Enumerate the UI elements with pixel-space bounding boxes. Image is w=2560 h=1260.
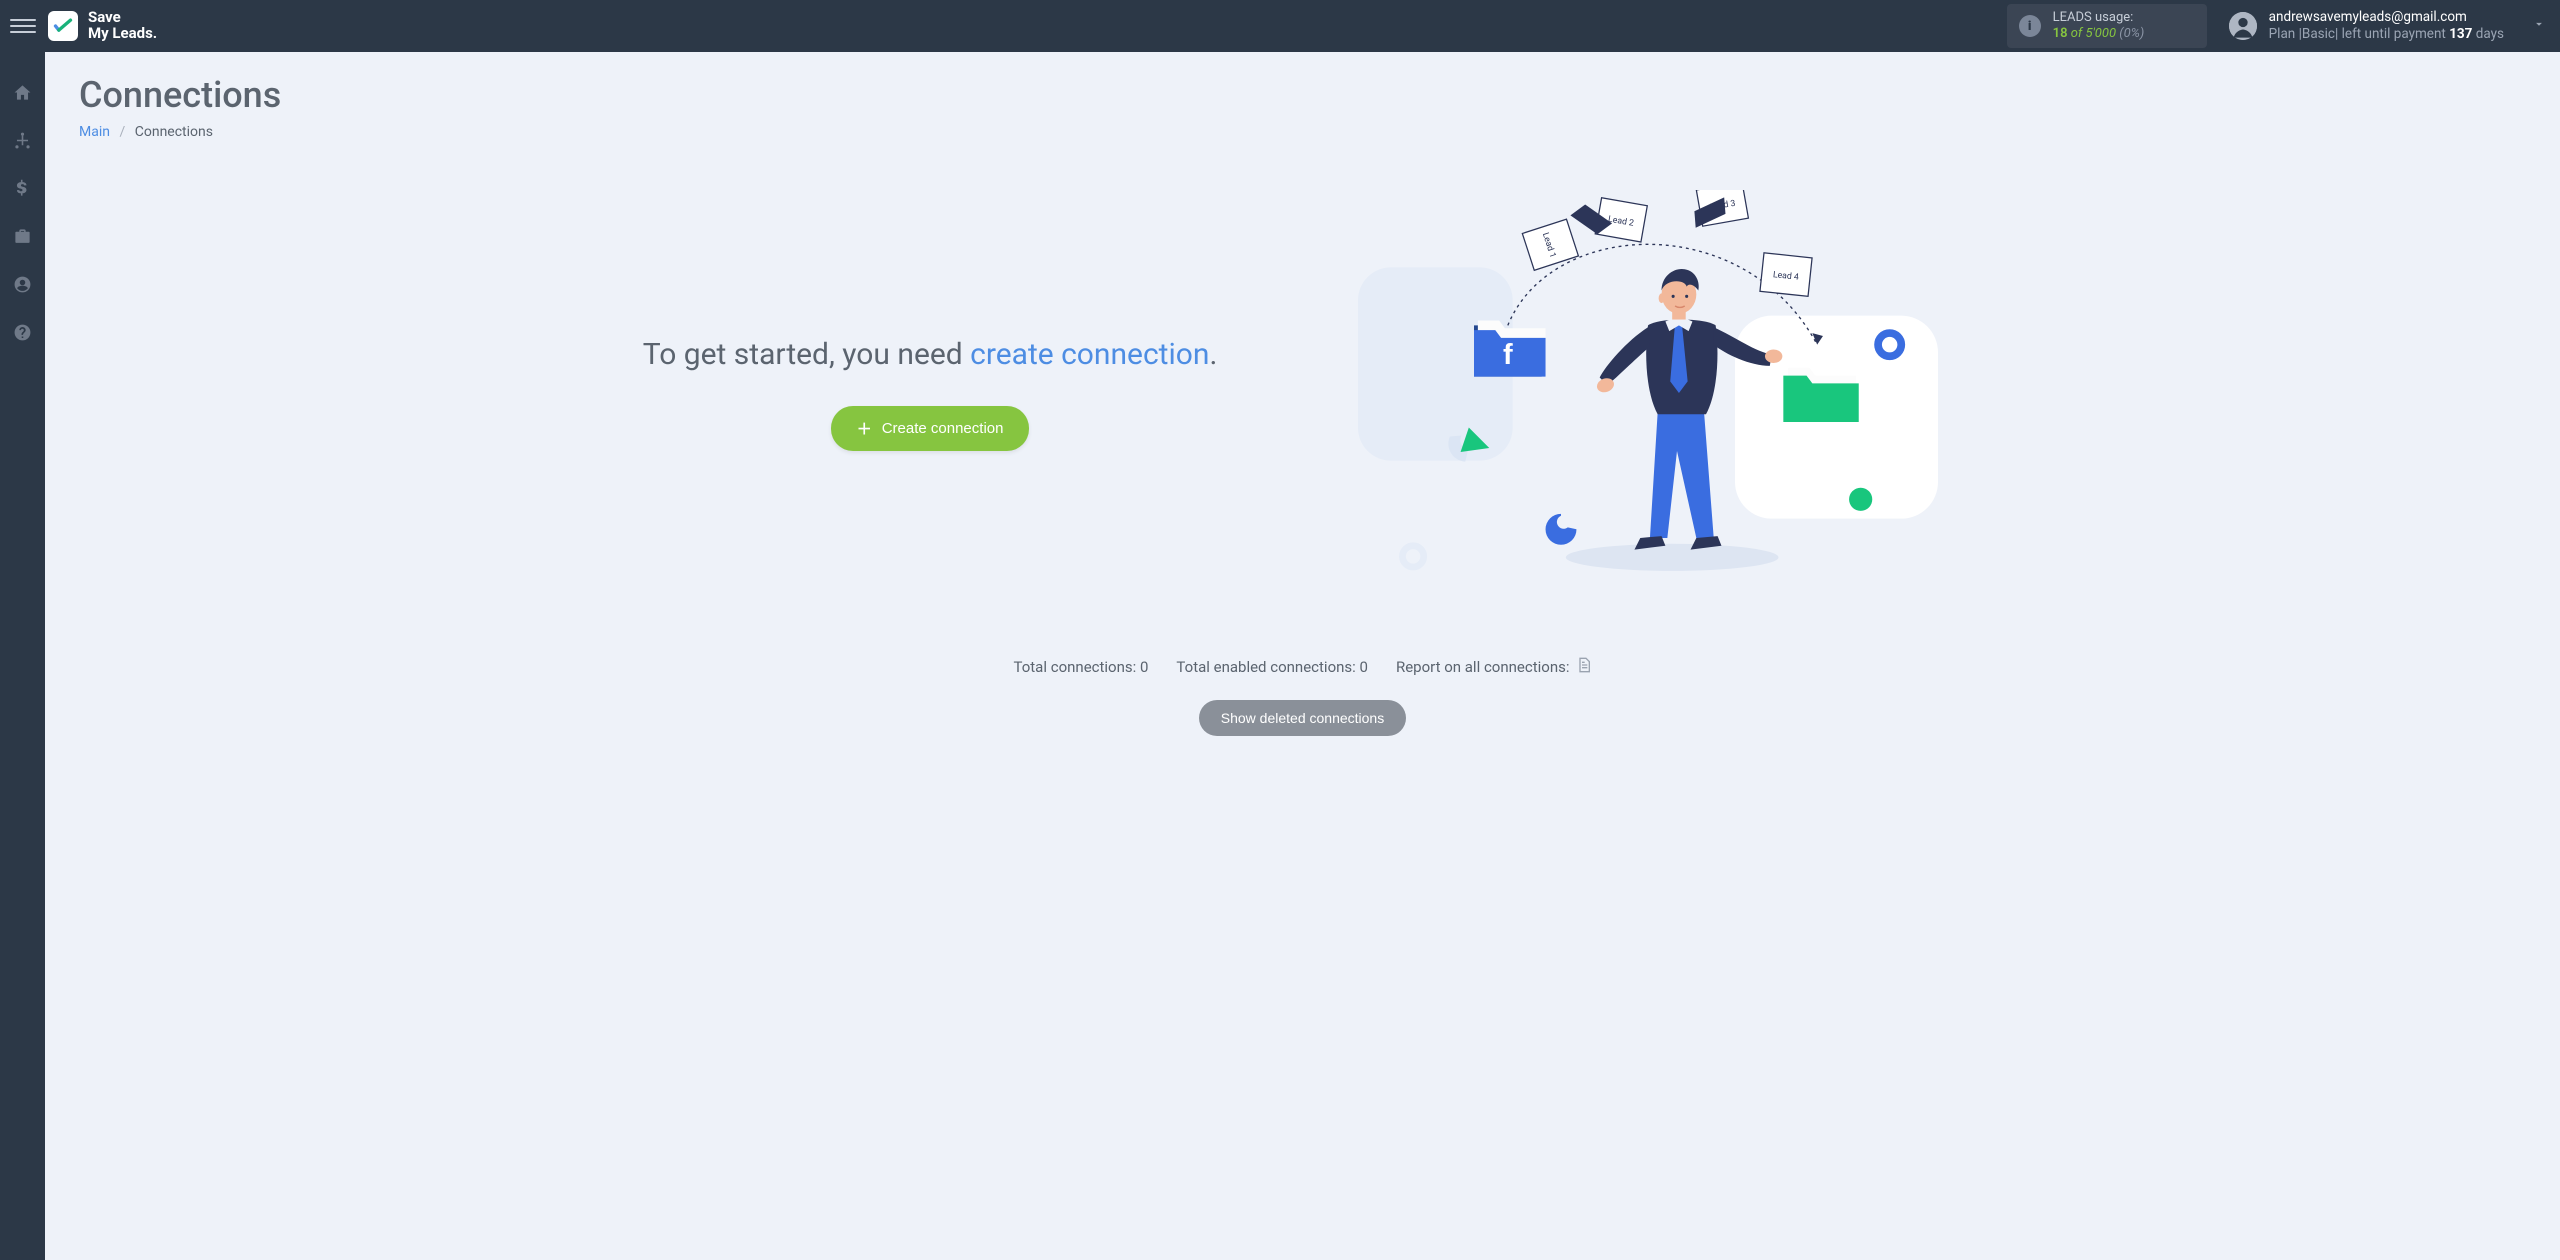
create-connection-button[interactable]: ＋ Create connection — [831, 406, 1030, 451]
create-connection-link[interactable]: create connection — [970, 337, 1209, 372]
show-deleted-button[interactable]: Show deleted connections — [1199, 700, 1406, 736]
nav-home-icon[interactable] — [0, 78, 45, 106]
main: Connections Main / Connections To get st… — [45, 52, 2560, 1260]
leads-usage-text: LEADS usage: 18 of 5'000 (0%) — [2053, 10, 2145, 43]
illustration: f Lead 1 Lead 2 Lead 3 Lead 4 — [1358, 190, 1938, 596]
logo-text: Save My Leads. — [88, 10, 157, 42]
empty-state-text: To get started, you need create connecti… — [638, 335, 1223, 451]
leads-usage-box[interactable]: i LEADS usage: 18 of 5'000 (0%) — [2007, 4, 2207, 49]
avatar-icon — [2229, 12, 2257, 40]
nav-briefcase-icon[interactable] — [0, 222, 45, 250]
logo-icon — [48, 11, 78, 41]
svg-text:f: f — [1503, 339, 1513, 371]
logo[interactable]: Save My Leads. — [48, 10, 157, 42]
nav-billing-icon[interactable] — [0, 174, 45, 202]
topbar: Save My Leads. i LEADS usage: 18 of 5'00… — [0, 0, 2560, 52]
menu-toggle-button[interactable] — [10, 13, 36, 39]
nav-connections-icon[interactable] — [0, 126, 45, 154]
document-icon — [1576, 656, 1592, 678]
user-menu[interactable]: andrewsavemyleads@gmail.com Plan |Basic|… — [2229, 9, 2504, 43]
empty-state-illustration: f Lead 1 Lead 2 Lead 3 Lead 4 — [1329, 190, 1967, 596]
nav-account-icon[interactable] — [0, 270, 45, 298]
sidebar — [0, 52, 45, 1260]
nav-help-icon[interactable] — [0, 318, 45, 346]
total-connections: Total connections: 0 — [1014, 658, 1149, 676]
empty-headline: To get started, you need create connecti… — [638, 335, 1223, 374]
breadcrumb-current: Connections — [135, 124, 213, 140]
chevron-down-icon[interactable] — [2532, 17, 2546, 35]
breadcrumb-separator: / — [119, 124, 125, 140]
page-title: Connections — [79, 74, 2526, 116]
plus-icon: ＋ — [857, 418, 872, 439]
breadcrumb: Main / Connections — [79, 124, 2526, 140]
breadcrumb-root-link[interactable]: Main — [79, 124, 110, 140]
total-enabled-connections: Total enabled connections: 0 — [1176, 658, 1368, 676]
report-all-connections[interactable]: Report on all connections: — [1396, 656, 1592, 678]
user-info: andrewsavemyleads@gmail.com Plan |Basic|… — [2269, 9, 2504, 43]
info-icon: i — [2019, 15, 2041, 37]
stats-row: Total connections: 0 Total enabled conne… — [79, 656, 2526, 678]
